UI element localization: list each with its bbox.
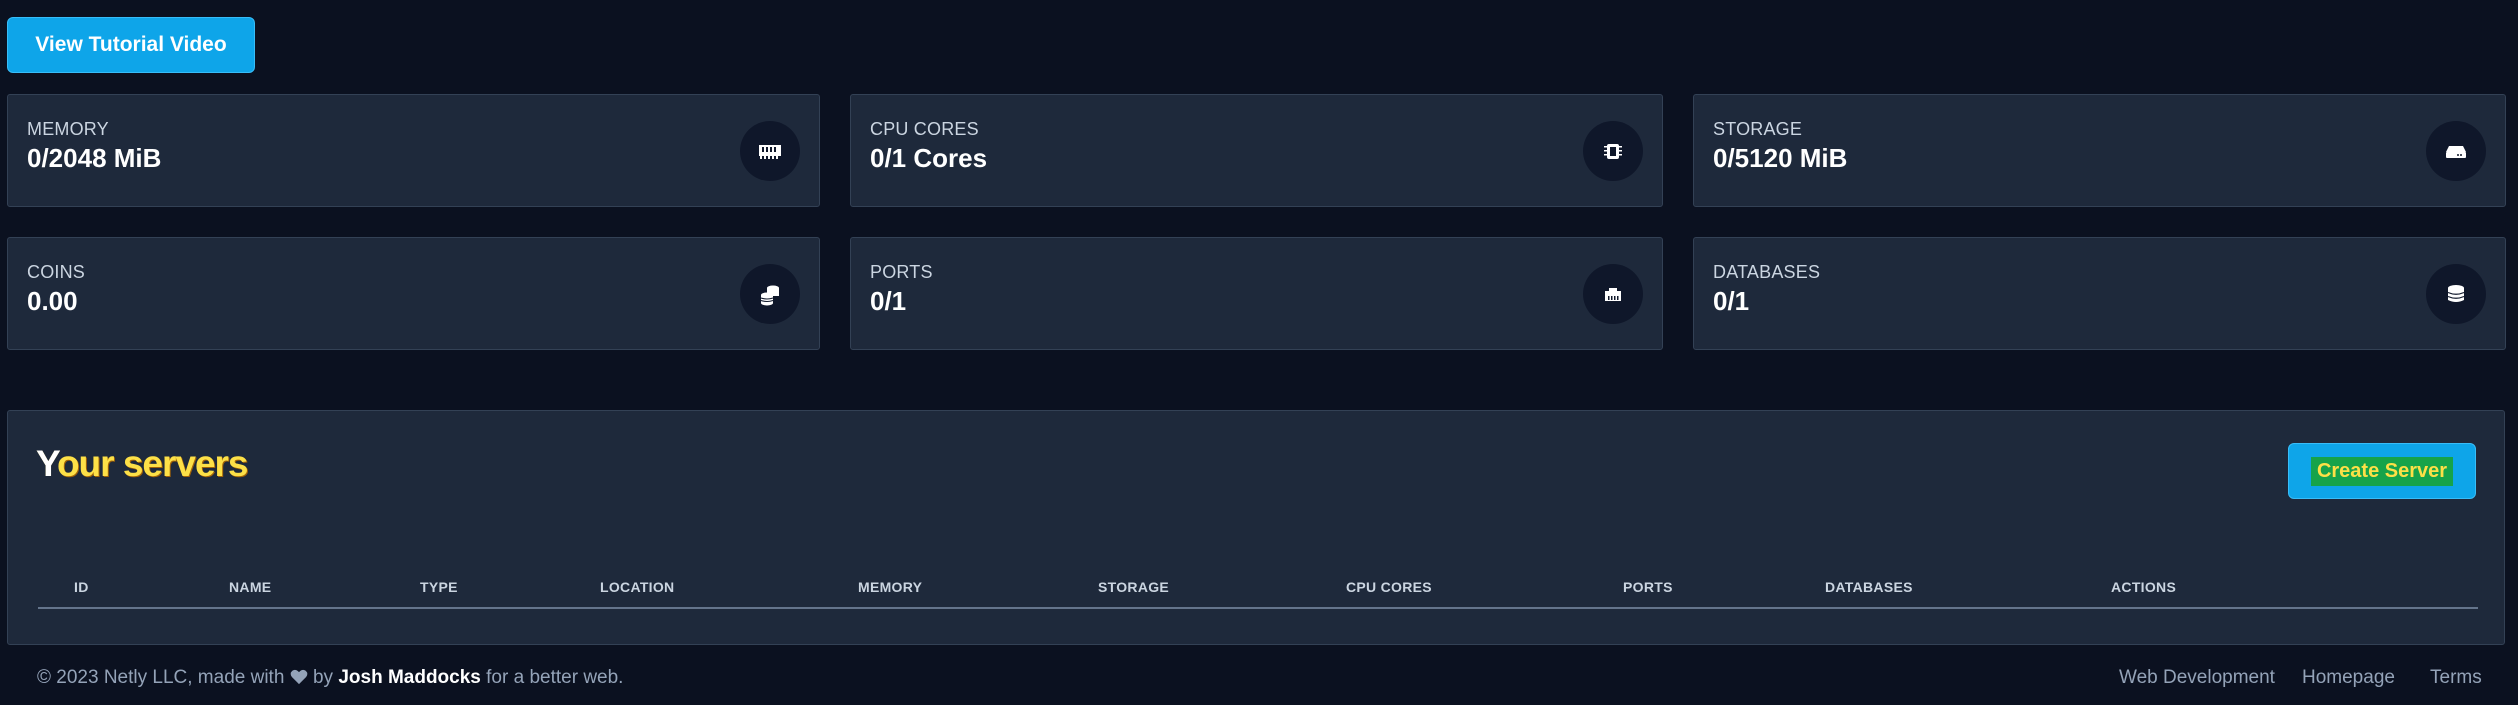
column-header-cpu-cores: CPU CORES bbox=[1346, 579, 1432, 595]
footer-copyright: © 2023 Netly LLC, made with bbox=[37, 667, 285, 688]
create-server-button[interactable]: Create Server bbox=[2288, 443, 2476, 499]
footer-link-web-development[interactable]: Web Development bbox=[2119, 667, 2275, 689]
coins-icon bbox=[740, 264, 800, 324]
create-server-label: Create Server bbox=[2310, 456, 2454, 486]
column-header-actions: ACTIONS bbox=[2111, 579, 2177, 595]
databases-label: DATABASES bbox=[1713, 262, 1821, 282]
footer-link-homepage[interactable]: Homepage bbox=[2302, 667, 2395, 689]
storage-label: STORAGE bbox=[1713, 119, 1803, 139]
column-header-storage: STORAGE bbox=[1098, 579, 1170, 595]
cpu-icon bbox=[1583, 121, 1643, 181]
footer-credit: © 2023 Netly LLC, made with by Josh Madd… bbox=[37, 667, 623, 689]
column-header-name: NAME bbox=[229, 579, 272, 595]
servers-title-text: Your servers bbox=[36, 443, 249, 484]
footer-author-link[interactable]: Josh Maddocks bbox=[338, 667, 481, 688]
ports-label: PORTS bbox=[870, 262, 933, 282]
ports-card: PORTS 0/1 bbox=[850, 237, 1663, 350]
view-tutorial-video-button[interactable]: View Tutorial Video bbox=[7, 17, 255, 73]
memory-label: MEMORY bbox=[27, 119, 109, 139]
servers-table-header: ID NAME TYPE LOCATION MEMORY STORAGE CPU… bbox=[38, 579, 2478, 609]
coins-label: COINS bbox=[27, 262, 86, 282]
coins-value: 0.00 bbox=[27, 286, 78, 316]
memory-card: MEMORY 0/2048 MiB bbox=[7, 94, 820, 207]
database-icon bbox=[2426, 264, 2486, 324]
memory-value: 0/2048 MiB bbox=[27, 143, 162, 173]
ports-value: 0/1 bbox=[870, 286, 907, 316]
footer-by: by bbox=[312, 667, 334, 688]
cpu-cores-label: CPU CORES bbox=[870, 119, 979, 139]
column-header-databases: DATABASES bbox=[1825, 579, 1913, 595]
storage-card: STORAGE 0/5120 MiB bbox=[1693, 94, 2506, 207]
ethernet-icon bbox=[1583, 264, 1643, 324]
column-header-memory: MEMORY bbox=[858, 579, 923, 595]
heart-icon bbox=[290, 669, 308, 685]
servers-panel: Your servers Create Server ID NAME TYPE … bbox=[7, 410, 2505, 645]
column-header-ports: PORTS bbox=[1623, 579, 1673, 595]
cpu-cores-value: 0/1 Cores bbox=[870, 143, 988, 173]
memory-icon bbox=[740, 121, 800, 181]
coins-card: COINS 0.00 bbox=[7, 237, 820, 350]
column-header-location: LOCATION bbox=[600, 579, 675, 595]
column-header-id: ID bbox=[74, 579, 89, 595]
hdd-icon bbox=[2426, 121, 2486, 181]
servers-title: Your servers bbox=[36, 443, 249, 484]
cpu-cores-card: CPU CORES 0/1 Cores bbox=[850, 94, 1663, 207]
databases-card: DATABASES 0/1 bbox=[1693, 237, 2506, 350]
footer-link-terms[interactable]: Terms bbox=[2430, 667, 2482, 689]
column-header-type: TYPE bbox=[420, 579, 458, 595]
footer-suffix: for a better web. bbox=[486, 667, 624, 688]
databases-value: 0/1 bbox=[1713, 286, 1750, 316]
storage-value: 0/5120 MiB bbox=[1713, 143, 1848, 173]
